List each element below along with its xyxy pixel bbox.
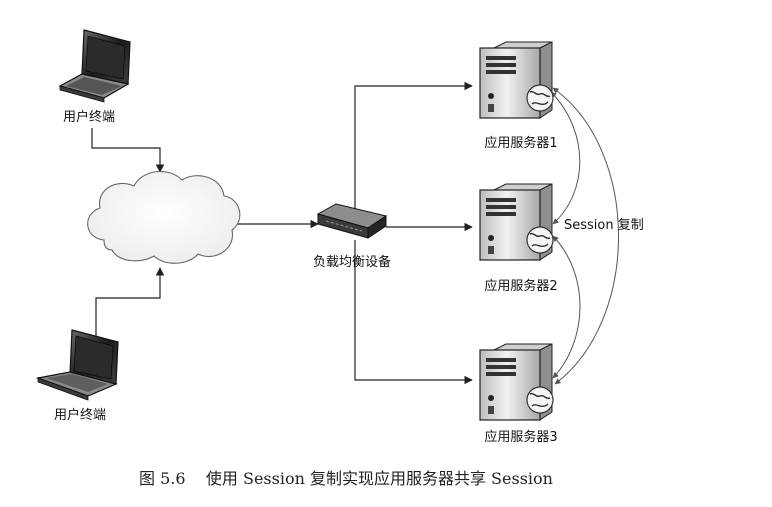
session-replication-diagram: 用户终端 用户终端 负载均衡设备 应用服务器1 应用服务器2 应用服务器3 Se…: [35, 29, 644, 488]
node-user-terminal-top: 用户终端: [58, 29, 131, 125]
node-app-server-2: 应用服务器2: [479, 183, 558, 294]
curve-server2-server3: [552, 235, 581, 379]
curve-server1-server3: [552, 87, 619, 385]
globe-icon: [526, 84, 554, 112]
figure-caption: 图 5.6 使用 Session 复制实现应用服务器共享 Session: [139, 469, 553, 488]
session-replication-label: Session 复制: [564, 218, 644, 233]
node-app-server-3: 应用服务器3: [479, 343, 558, 445]
edge-terminal-bottom-to-cloud: [95, 267, 165, 336]
session-replication-curves: [550, 87, 619, 385]
node-load-balancer: 负载均衡设备: [313, 203, 391, 270]
laptop-icon: [58, 29, 131, 103]
laptop-icon: [35, 329, 119, 401]
switch-icon: [316, 203, 388, 239]
globe-icon: [526, 386, 554, 414]
node-app-server-1: 应用服务器1: [479, 41, 558, 151]
edge-terminal-top-to-cloud: [91, 128, 165, 173]
app-server-2-label: 应用服务器2: [484, 278, 557, 294]
app-server-3-label: 应用服务器3: [484, 429, 557, 445]
app-server-1-label: 应用服务器1: [484, 135, 557, 151]
edge-balancer-to-server-1: [354, 81, 473, 212]
cloud-icon: [87, 170, 241, 264]
globe-icon: [526, 226, 554, 254]
load-balancer-label: 负载均衡设备: [313, 254, 391, 270]
node-internet-cloud: [87, 170, 241, 264]
curve-server1-server2: [550, 91, 581, 225]
user-terminal-top-label: 用户终端: [63, 109, 115, 125]
user-terminal-bottom-label: 用户终端: [54, 407, 106, 423]
node-user-terminal-bottom: 用户终端: [35, 329, 119, 423]
